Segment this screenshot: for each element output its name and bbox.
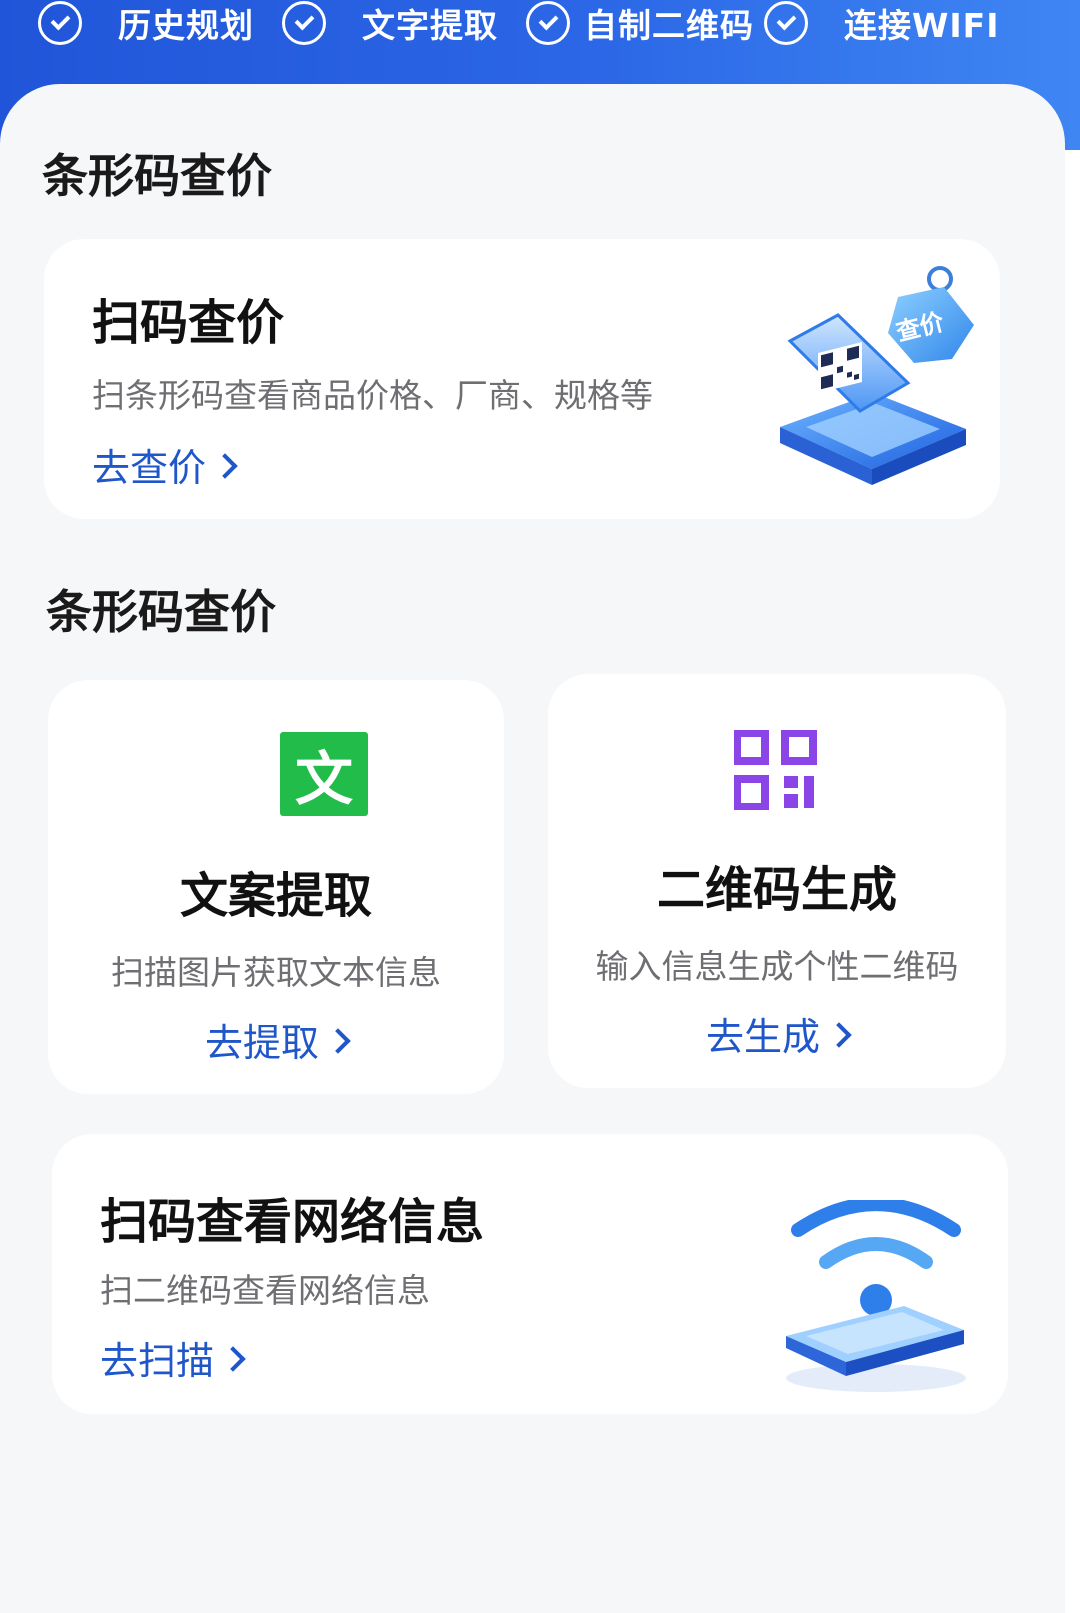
check-circle-icon [38, 1, 82, 45]
check-circle-icon [526, 1, 570, 45]
section-title: 条形码查价 [46, 585, 276, 639]
card-description: 扫描图片获取文本信息 [111, 953, 441, 992]
feature-label: 连接WIFI [844, 6, 1000, 45]
network-info-card[interactable]: 扫码查看网络信息 扫二维码查看网络信息 去扫描 [52, 1134, 1008, 1414]
text-document-icon: 文 [280, 732, 368, 816]
section-title: 条形码查价 [42, 149, 272, 203]
action-label: 去生成 [705, 1015, 820, 1059]
wifi-router-illustration [786, 1200, 966, 1392]
feature-label: 文字提取 [362, 6, 498, 45]
phone-scan-illustration: 查价 [780, 266, 974, 485]
chevron-right-icon [325, 1027, 351, 1054]
card-title: 文案提取 [179, 868, 372, 924]
check-circle-icon [764, 1, 808, 45]
card-description: 扫条形码查看商品价格、厂商、规格等 [92, 376, 653, 415]
feature-wifi[interactable]: 连接WIFI [764, 0, 1000, 47]
action-label: 去查价 [92, 446, 207, 490]
feature-history[interactable]: 历史规划 [38, 0, 254, 47]
card-description: 输入信息生成个性二维码 [595, 947, 959, 986]
text-extract-card[interactable]: 文 文案提取 扫描图片获取文本信息 去提取 [48, 680, 504, 1094]
qr-generate-card[interactable]: 二维码生成 输入信息生成个性二维码 去生成 [548, 674, 1006, 1088]
feature-strip: 历史规划 文字提取 自制二维码 连接WIFI [38, 0, 1058, 46]
feature-custom-qr[interactable]: 自制二维码 [526, 0, 754, 47]
go-check-price-link[interactable]: 去查价 [92, 437, 238, 492]
price-tag-icon: 查价 [888, 266, 974, 363]
chevron-right-icon [220, 1345, 246, 1372]
go-scan-link[interactable]: 去扫描 [100, 1330, 246, 1385]
feature-text-extract[interactable]: 文字提取 [282, 0, 498, 47]
action-label: 去扫描 [100, 1339, 215, 1383]
check-circle-icon [282, 1, 326, 45]
go-extract-link[interactable]: 去提取 [48, 1012, 504, 1067]
feature-label: 自制二维码 [584, 6, 754, 45]
card-title: 二维码生成 [656, 862, 897, 918]
main-content: 条形码查价 扫码查价 扫条形码查看商品价格、厂商、规格等 去查价 查价 条形码查… [0, 84, 1065, 1613]
card-title: 扫码查看网络信息 [100, 1194, 485, 1250]
go-generate-link[interactable]: 去生成 [548, 1006, 1006, 1061]
feature-label: 历史规划 [118, 6, 254, 45]
chevron-right-icon [826, 1021, 852, 1048]
card-description: 扫二维码查看网络信息 [100, 1271, 430, 1310]
chevron-right-icon [212, 452, 238, 479]
action-label: 去提取 [204, 1021, 319, 1065]
scan-price-card[interactable]: 扫码查价 扫条形码查看商品价格、厂商、规格等 去查价 查价 [44, 239, 1000, 519]
qr-code-icon [734, 730, 817, 810]
card-title: 扫码查价 [92, 295, 285, 351]
